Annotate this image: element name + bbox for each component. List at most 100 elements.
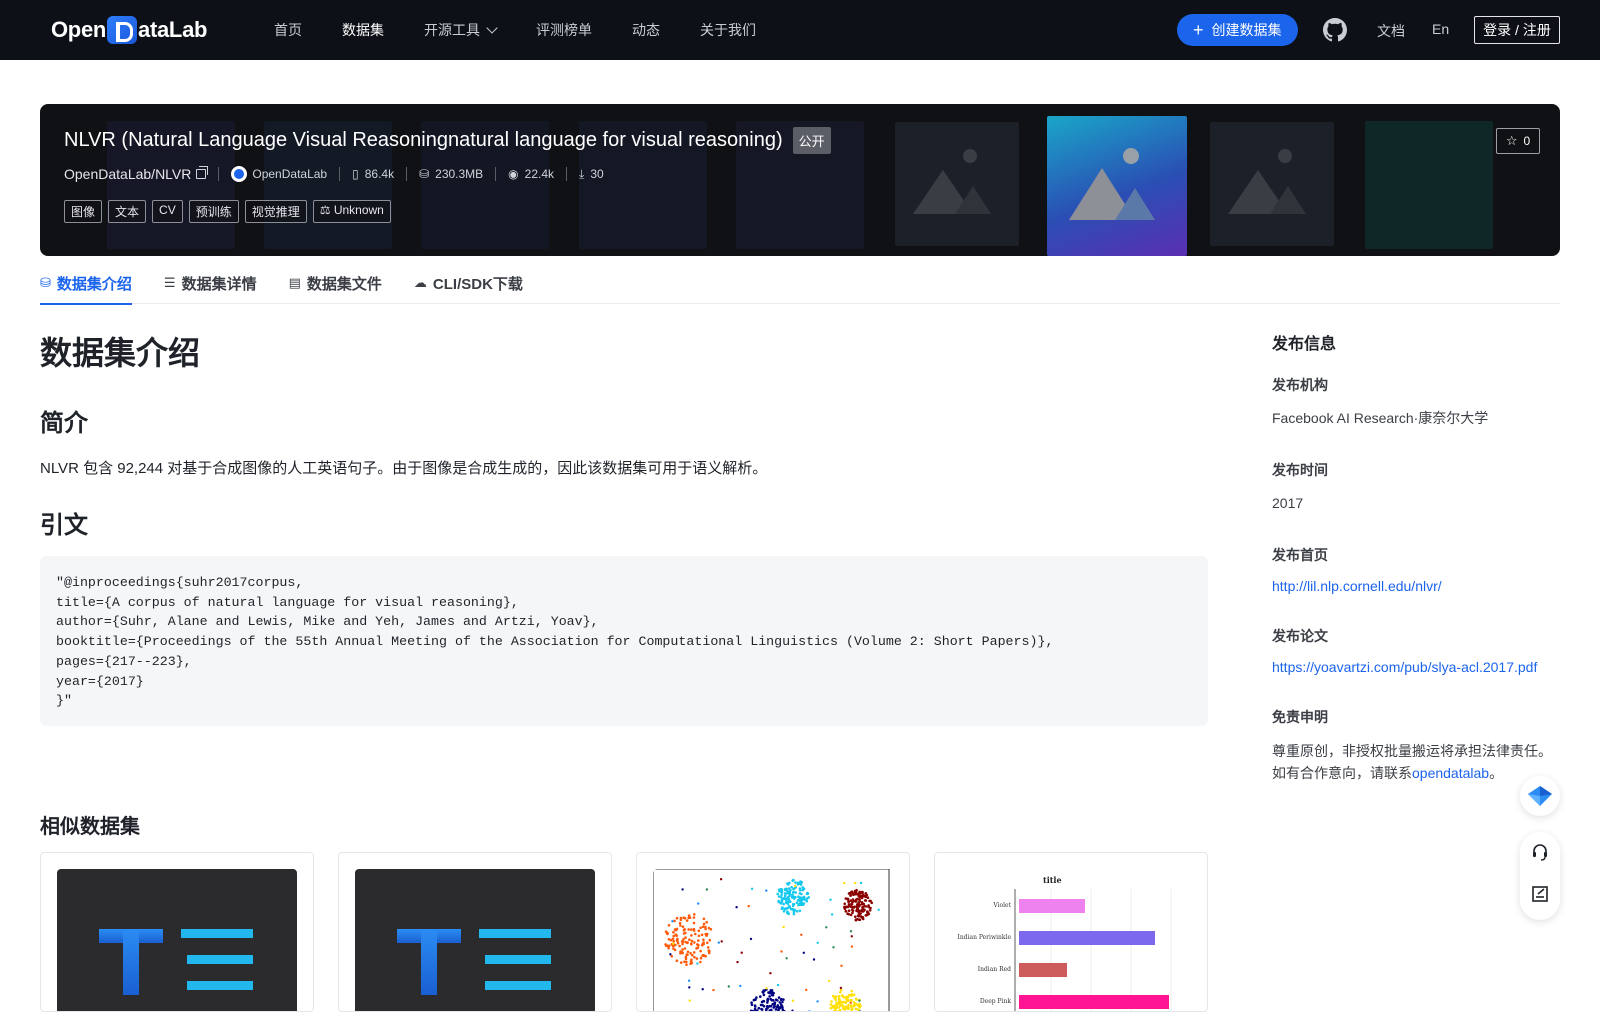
scatter-point — [698, 935, 701, 938]
contact-link[interactable]: opendatalab — [1412, 765, 1489, 781]
tab-introduction[interactable]: ⛁数据集介绍 — [40, 262, 132, 304]
scatter-point — [748, 905, 750, 907]
scatter-point — [763, 994, 766, 997]
scatter-point — [802, 896, 805, 899]
star-button[interactable]: ☆ 0 — [1496, 128, 1540, 154]
homepage-label: 发布首页 — [1272, 545, 1562, 565]
nav-item-home[interactable]: 首页 — [274, 20, 302, 40]
language-switch[interactable]: En — [1432, 21, 1449, 37]
citation-code-block[interactable]: "@inproceedings{suhr2017corpus, title={A… — [40, 556, 1208, 726]
scatter-point — [765, 987, 767, 989]
scatter-point — [777, 900, 780, 903]
tab-files[interactable]: ▤数据集文件 — [289, 262, 382, 304]
scatter-point — [858, 904, 861, 907]
publisher[interactable]: OpenDataLab — [231, 166, 327, 182]
nav-item-leaderboard[interactable]: 评测榜单 — [536, 20, 592, 40]
repo-name[interactable]: OpenDataLab/NLVR — [64, 166, 206, 182]
scatter-point — [861, 891, 864, 894]
tab-cli-sdk[interactable]: ☁CLI/SDK下载 — [414, 262, 523, 304]
create-dataset-button[interactable]: + 创建数据集 — [1177, 14, 1298, 46]
tag-image[interactable]: 图像 — [64, 200, 102, 223]
cloud-download-icon: ☁ — [414, 275, 427, 291]
scatter-point — [707, 946, 710, 949]
paper-link[interactable]: https://yoavartzi.com/pub/slya-acl.2017.… — [1272, 659, 1562, 675]
tab-details[interactable]: ☰数据集详情 — [164, 262, 257, 304]
bar-chart-thumbnail: title Violet Indian Periwinkle Indian Re… — [951, 869, 1191, 1012]
scatter-point — [792, 891, 795, 894]
scatter-point — [864, 899, 867, 902]
main-menu: 首页 数据集 开源工具 评测榜单 动态 关于我们 — [274, 0, 796, 60]
tag-cv[interactable]: CV — [152, 200, 183, 223]
scatter-point — [832, 946, 834, 948]
logo[interactable]: Open ataLab — [51, 14, 207, 46]
license-tag[interactable]: ⚖ Unknown — [313, 200, 391, 223]
similar-dataset-card[interactable] — [636, 852, 910, 1012]
scatter-point — [739, 985, 741, 987]
org-label: 发布机构 — [1272, 375, 1562, 395]
scatter-point — [761, 1008, 764, 1011]
github-icon[interactable] — [1323, 18, 1347, 42]
scatter-point — [794, 885, 796, 887]
tag-visual-reasoning[interactable]: 视觉推理 — [245, 200, 307, 223]
citation-heading: 引文 — [40, 505, 88, 540]
tab-label: 数据集介绍 — [57, 273, 132, 294]
scatter-point — [862, 918, 865, 921]
login-register-button[interactable]: 登录 / 注册 — [1474, 16, 1560, 44]
citation-text: "@inproceedings{suhr2017corpus, title={A… — [56, 573, 1192, 711]
dataset-meta-row: OpenDataLab/NLVR OpenDataLab ▯86.4k ⛁230… — [64, 166, 604, 182]
scatter-point — [858, 892, 861, 895]
tag-pretraining[interactable]: 预训练 — [189, 200, 239, 223]
scatter-point — [680, 961, 683, 964]
scatter-point — [709, 939, 712, 942]
scatter-point — [676, 939, 679, 942]
scatter-point — [796, 910, 799, 913]
scatter-point — [831, 913, 833, 915]
scatter-point — [672, 938, 675, 941]
divider — [495, 167, 496, 181]
assistant-button[interactable] — [1520, 776, 1560, 816]
similar-dataset-card[interactable] — [40, 852, 314, 1012]
scatter-point — [846, 996, 849, 999]
scatter-point — [703, 923, 706, 926]
scatter-point — [693, 916, 696, 919]
nav-item-news[interactable]: 动态 — [632, 20, 660, 40]
scatter-point — [800, 893, 803, 896]
scatter-point — [668, 945, 671, 948]
scatter-point — [861, 901, 864, 904]
scatter-point — [832, 995, 835, 998]
divider — [218, 167, 219, 181]
scatter-point — [839, 1009, 842, 1012]
scatter-point — [867, 904, 870, 907]
scatter-point — [669, 953, 671, 955]
similar-dataset-card[interactable] — [338, 852, 612, 1012]
scatter-point — [830, 1003, 833, 1006]
scatter-point — [838, 995, 841, 998]
text-dataset-icon — [355, 869, 595, 1012]
scatter-point — [712, 989, 714, 991]
scatter-point — [828, 980, 830, 982]
homepage-link[interactable]: http://lil.nlp.cornell.edu/nlvr/ — [1272, 578, 1562, 594]
scatter-point — [847, 1004, 850, 1007]
feedback-edit-icon[interactable] — [1530, 884, 1550, 904]
scatter-point — [776, 893, 779, 896]
docs-link[interactable]: 文档 — [1377, 21, 1405, 41]
download-count-value: 30 — [590, 167, 603, 181]
headset-icon[interactable] — [1530, 842, 1550, 862]
scatter-point — [774, 1001, 777, 1004]
copy-icon[interactable] — [196, 169, 206, 179]
scatter-point — [700, 957, 703, 960]
similar-dataset-card[interactable]: title Violet Indian Periwinkle Indian Re… — [934, 852, 1208, 1012]
scatter-point — [843, 903, 846, 906]
dataset-tabs: ⛁数据集介绍 ☰数据集详情 ▤数据集文件 ☁CLI/SDK下载 — [40, 262, 1560, 304]
nav-item-tools[interactable]: 开源工具 — [424, 20, 496, 40]
scatter-point — [869, 900, 872, 903]
scatter-point — [780, 950, 782, 952]
nav-item-datasets[interactable]: 数据集 — [342, 20, 384, 40]
scatter-point — [668, 938, 671, 941]
scatter-point — [845, 897, 848, 900]
scatter-point — [847, 901, 850, 904]
scatter-point — [848, 909, 851, 912]
tag-text[interactable]: 文本 — [108, 200, 146, 223]
scatter-point — [780, 902, 783, 905]
nav-item-about[interactable]: 关于我们 — [700, 20, 756, 40]
